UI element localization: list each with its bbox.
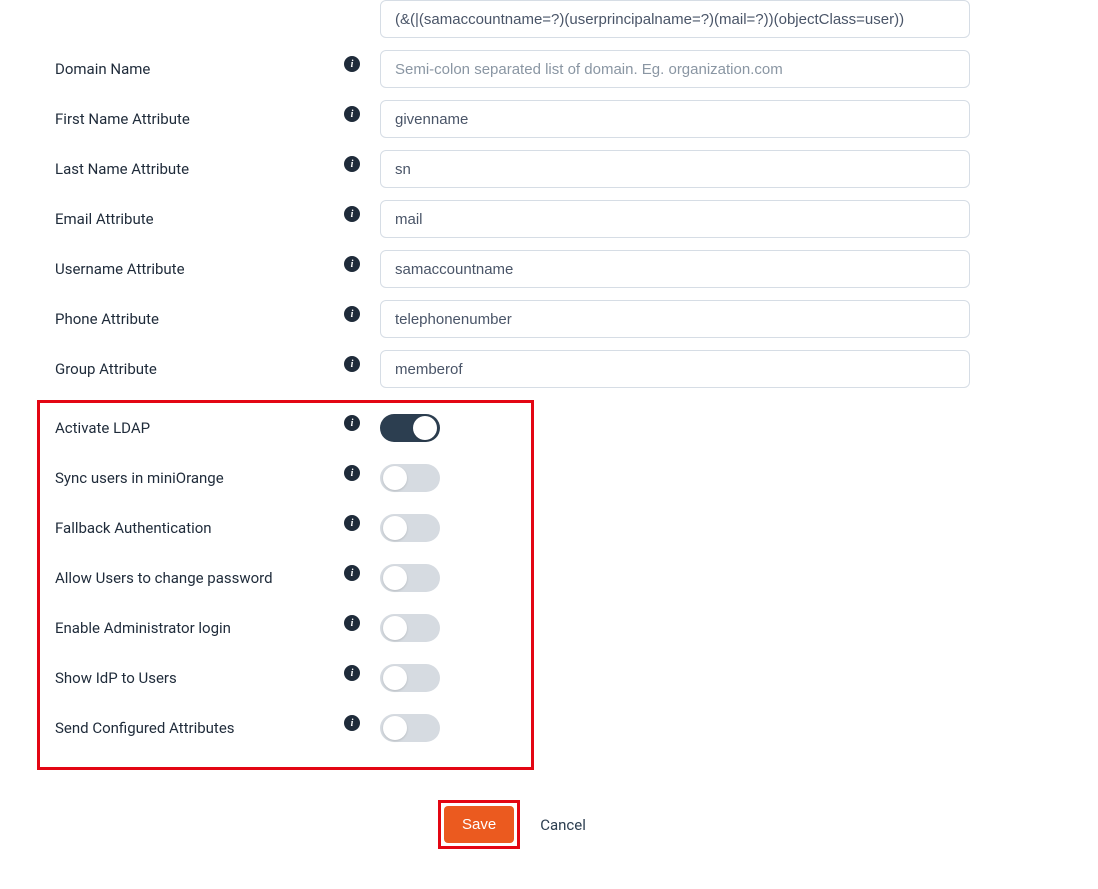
info-icon[interactable]: i: [344, 306, 360, 322]
activate-ldap-toggle[interactable]: [380, 414, 440, 442]
info-icon[interactable]: i: [344, 356, 360, 372]
fallback-auth-row: Fallback Authentication i: [40, 507, 521, 549]
show-idp-row: Show IdP to Users i: [40, 657, 521, 699]
domain-name-input[interactable]: [380, 50, 970, 88]
ldap-filter-row: [40, 0, 1058, 38]
send-attributes-row: Send Configured Attributes i: [40, 707, 521, 749]
first-name-attr-input[interactable]: [380, 100, 970, 138]
info-icon[interactable]: i: [344, 156, 360, 172]
email-attr-label: Email Attribute: [55, 210, 154, 228]
username-attr-label: Username Attribute: [55, 260, 185, 278]
allow-change-pwd-toggle[interactable]: [380, 564, 440, 592]
info-icon[interactable]: i: [344, 715, 360, 731]
username-attr-row: Username Attribute i: [40, 250, 1058, 288]
info-icon[interactable]: i: [344, 56, 360, 72]
toggles-highlight-box: Activate LDAP i Sync users in miniOrange…: [37, 400, 534, 770]
activate-ldap-row: Activate LDAP i: [40, 407, 521, 449]
sync-users-label: Sync users in miniOrange: [55, 469, 224, 487]
ldap-config-form: Domain Name i First Name Attribute i Las…: [0, 0, 1098, 889]
first-name-attr-row: First Name Attribute i: [40, 100, 1058, 138]
group-attr-row: Group Attribute i: [40, 350, 1058, 388]
save-highlight-box: Save: [438, 800, 520, 849]
activate-ldap-label: Activate LDAP: [55, 419, 150, 437]
enable-admin-login-label: Enable Administrator login: [55, 619, 231, 637]
enable-admin-login-toggle[interactable]: [380, 614, 440, 642]
phone-attr-label: Phone Attribute: [55, 310, 159, 328]
send-attributes-label: Send Configured Attributes: [55, 719, 235, 737]
first-name-attr-label: First Name Attribute: [55, 110, 190, 128]
allow-change-pwd-label: Allow Users to change password: [55, 569, 273, 587]
info-icon[interactable]: i: [344, 615, 360, 631]
info-icon[interactable]: i: [344, 465, 360, 481]
fallback-auth-label: Fallback Authentication: [55, 519, 212, 537]
info-icon[interactable]: i: [344, 665, 360, 681]
domain-name-label: Domain Name: [55, 60, 150, 78]
sync-users-row: Sync users in miniOrange i: [40, 457, 521, 499]
info-icon[interactable]: i: [344, 515, 360, 531]
group-attr-label: Group Attribute: [55, 360, 157, 378]
last-name-attr-label: Last Name Attribute: [55, 160, 189, 178]
email-attr-row: Email Attribute i: [40, 200, 1058, 238]
group-attr-input[interactable]: [380, 350, 970, 388]
username-attr-input[interactable]: [380, 250, 970, 288]
info-icon[interactable]: i: [344, 106, 360, 122]
last-name-attr-input[interactable]: [380, 150, 970, 188]
enable-admin-login-row: Enable Administrator login i: [40, 607, 521, 649]
show-idp-toggle[interactable]: [380, 664, 440, 692]
last-name-attr-row: Last Name Attribute i: [40, 150, 1058, 188]
cancel-button[interactable]: Cancel: [540, 816, 586, 834]
phone-attr-input[interactable]: [380, 300, 970, 338]
allow-change-pwd-row: Allow Users to change password i: [40, 557, 521, 599]
domain-name-row: Domain Name i: [40, 50, 1058, 88]
info-icon[interactable]: i: [344, 565, 360, 581]
info-icon[interactable]: i: [344, 206, 360, 222]
email-attr-input[interactable]: [380, 200, 970, 238]
fallback-auth-toggle[interactable]: [380, 514, 440, 542]
send-attributes-toggle[interactable]: [380, 714, 440, 742]
info-icon[interactable]: i: [344, 256, 360, 272]
ldap-filter-input[interactable]: [380, 0, 970, 38]
sync-users-toggle[interactable]: [380, 464, 440, 492]
save-button[interactable]: Save: [444, 806, 514, 843]
phone-attr-row: Phone Attribute i: [40, 300, 1058, 338]
form-actions: Save Cancel: [438, 800, 1058, 849]
info-icon[interactable]: i: [344, 415, 360, 431]
show-idp-label: Show IdP to Users: [55, 669, 177, 687]
